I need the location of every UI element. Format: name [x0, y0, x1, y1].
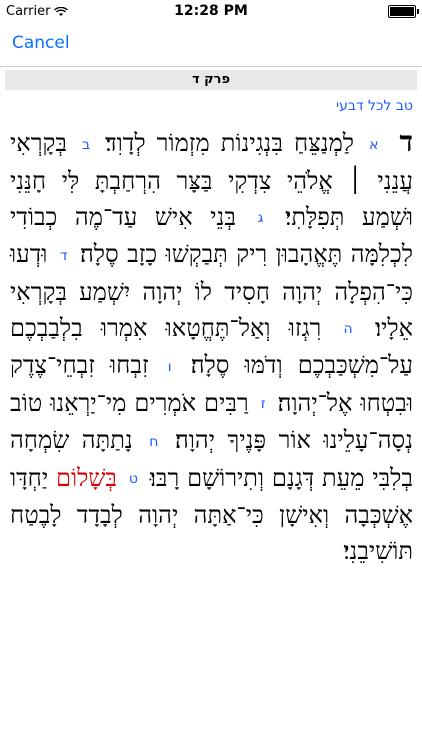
cancel-button[interactable]: Cancel: [12, 33, 70, 53]
status-bar: Carrier 12:28 PM: [0, 0, 422, 22]
verse-text: לַמְנַצֵּחַ בִּנְגִינוֹת מִזְמוֹר לְדָוִ…: [105, 129, 355, 157]
chapter-subtitle: טב לכל דבעי: [335, 98, 413, 114]
verse-number[interactable]: ח: [149, 434, 158, 450]
verse-number[interactable]: ב: [82, 137, 90, 153]
verse-number[interactable]: ט: [129, 471, 138, 487]
verse-number[interactable]: ד: [60, 248, 68, 264]
verse-body: ד א לַמְנַצֵּחַ בִּנְגִינוֹת מִזְמוֹר לְ…: [10, 124, 413, 569]
verse-number[interactable]: ז: [261, 396, 266, 412]
chapter-letter: ד: [399, 125, 413, 158]
chapter-header: פרק ד: [5, 70, 417, 90]
highlighted-word[interactable]: בְּשָׁלוֹם: [56, 464, 117, 492]
verse-number[interactable]: ה: [344, 321, 353, 337]
verse-number[interactable]: ו: [168, 359, 172, 375]
status-time: 12:28 PM: [174, 3, 248, 19]
verse-number[interactable]: א: [369, 137, 378, 153]
navigation-bar: Cancel: [0, 22, 422, 67]
psalm-text: טב לכל דבעי ד א לַמְנַצֵּחַ בִּנְגִינוֹת…: [10, 98, 413, 569]
battery-icon: [388, 5, 419, 18]
verse-number[interactable]: ג: [258, 210, 264, 226]
